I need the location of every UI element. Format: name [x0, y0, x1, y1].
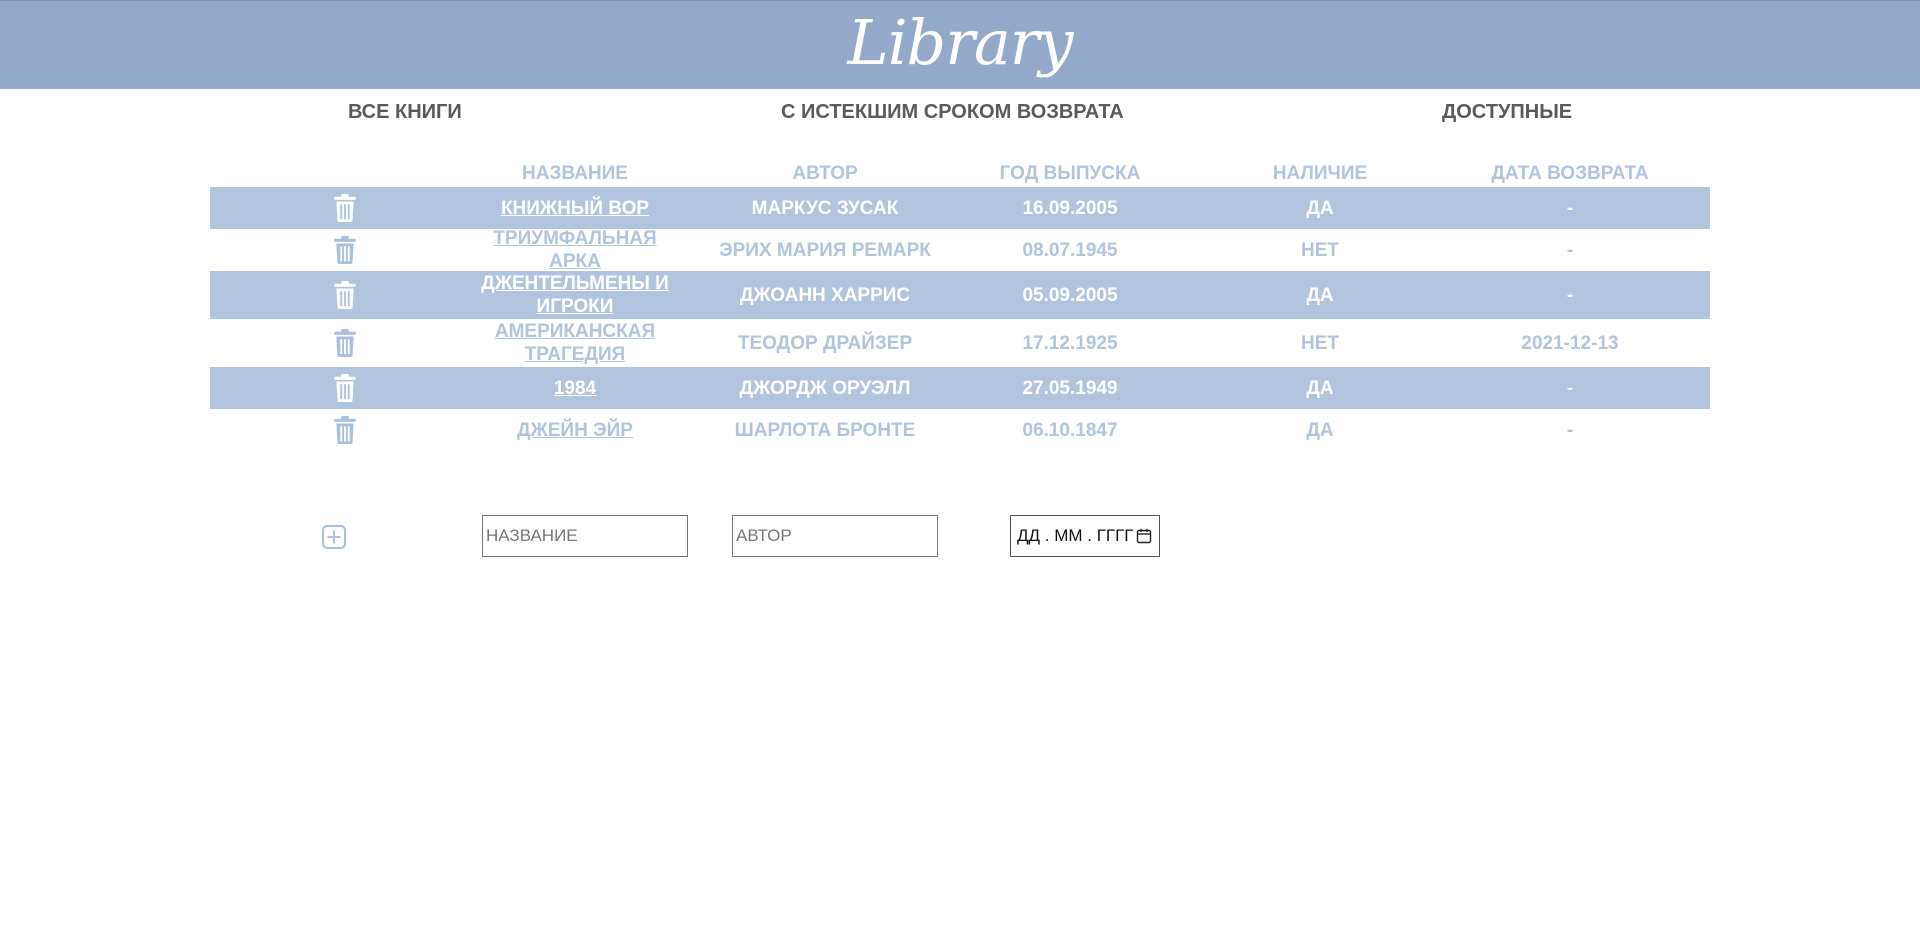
date-input[interactable]: ДД . ММ . ГГГГ	[1010, 515, 1160, 557]
book-return-date-cell: -	[1566, 284, 1574, 306]
book-availability-cell: ДА	[1306, 197, 1334, 219]
book-availability-cell: ДА	[1306, 284, 1334, 306]
table-row: ТРИУМФАЛЬНАЯ АРКА ЭРИХ МАРИЯ РЕМАРК 08.07.…	[210, 227, 1710, 273]
calendar-icon[interactable]	[1136, 528, 1152, 544]
column-header-title: НАЗВАНИЕ	[522, 163, 628, 184]
book-title-cell: ДЖЕНТЕЛЬМЕНЫ И ИГРОКИ	[465, 271, 685, 319]
book-return-date-cell: -	[1566, 197, 1574, 219]
book-author-cell: ЭРИХ МАРИЯ РЕМАРК	[719, 239, 931, 261]
book-title-link[interactable]: ТРИУМФАЛЬНАЯ АРКА	[465, 227, 685, 273]
book-author-cell: МАРКУС ЗУСАК	[751, 197, 899, 219]
date-placeholder: ДД . ММ . ГГГГ	[1017, 526, 1134, 545]
column-header-year: ГОД ВЫПУСКА	[999, 163, 1141, 184]
add-book-form: ДД . ММ . ГГГГ	[0, 515, 1920, 557]
delete-icon[interactable]	[290, 187, 400, 229]
table-row: КНИЖНЫЙ ВОР МАРКУС ЗУСАК 16.09.2005 ДА -	[210, 187, 1710, 229]
book-title-cell: ДЖЕЙН ЭЙР	[465, 409, 685, 451]
add-icon[interactable]	[322, 525, 346, 549]
table-row: ДЖЕНТЕЛЬМЕНЫ И ИГРОКИ ДЖОАНН ХАРРИС 05.09.…	[210, 271, 1710, 319]
app-logo: Library	[847, 6, 1074, 79]
book-title-link[interactable]: КНИЖНЫЙ ВОР	[501, 197, 649, 220]
nav-available-link[interactable]: ДОСТУПНЫЕ	[1442, 100, 1572, 124]
author-input[interactable]	[732, 515, 938, 557]
delete-icon[interactable]	[290, 319, 400, 367]
books-table: НАЗВАНИЕ АВТОР ГОД ВЫПУСКА НАЛИЧИЕ ДАТА …	[210, 160, 1710, 451]
table-row: 1984 ДЖОРДЖ ОРУЭЛЛ 27.05.1949 ДА -	[210, 367, 1710, 409]
title-input[interactable]	[482, 515, 688, 557]
table-row: АМЕРИКАНСКАЯ ТРАГЕДИЯ ТЕОДОР ДРАЙЗЕР 17.12…	[210, 319, 1710, 367]
delete-icon[interactable]	[290, 367, 400, 409]
table-row: ДЖЕЙН ЭЙР ШАРЛОТА БРОНТЕ 06.10.1847 ДА -	[210, 409, 1710, 451]
book-title-cell: ТРИУМФАЛЬНАЯ АРКА	[465, 227, 685, 273]
book-availability-cell: НЕТ	[1301, 239, 1339, 261]
book-title-cell: КНИЖНЫЙ ВОР	[465, 187, 685, 229]
book-return-date-cell: -	[1566, 419, 1574, 441]
book-availability-cell: НЕТ	[1301, 332, 1339, 354]
book-year-cell: 16.09.2005	[1022, 197, 1118, 219]
book-author-cell: ШАРЛОТА БРОНТЕ	[734, 419, 916, 441]
book-year-cell: 05.09.2005	[1022, 284, 1118, 306]
book-title-cell: АМЕРИКАНСКАЯ ТРАГЕДИЯ	[465, 319, 685, 367]
nav-all-books-link[interactable]: ВСЕ КНИГИ	[348, 100, 462, 124]
book-return-date-cell: -	[1566, 239, 1574, 261]
column-header-return-date: ДАТА ВОЗВРАТА	[1491, 163, 1649, 184]
book-title-link[interactable]: ДЖЕНТЕЛЬМЕНЫ И ИГРОКИ	[465, 272, 685, 318]
app-header: Library	[0, 0, 1920, 89]
book-title-link[interactable]: АМЕРИКАНСКАЯ ТРАГЕДИЯ	[465, 320, 685, 366]
book-author-cell: ДЖОРДЖ ОРУЭЛЛ	[739, 377, 911, 399]
book-author-cell: ДЖОАНН ХАРРИС	[739, 284, 911, 306]
book-return-date-cell: -	[1566, 377, 1574, 399]
column-header-author: АВТОР	[792, 163, 858, 184]
delete-icon[interactable]	[290, 409, 400, 451]
delete-icon[interactable]	[290, 271, 400, 319]
book-title-link[interactable]: ДЖЕЙН ЭЙР	[517, 419, 633, 442]
table-header: НАЗВАНИЕ АВТОР ГОД ВЫПУСКА НАЛИЧИЕ ДАТА …	[210, 160, 1710, 187]
delete-icon[interactable]	[290, 229, 400, 271]
book-year-cell: 06.10.1847	[1022, 419, 1118, 441]
table-body: КНИЖНЫЙ ВОР МАРКУС ЗУСАК 16.09.2005 ДА - ТРИУ…	[210, 187, 1710, 451]
book-return-date-cell: 2021-12-13	[1521, 332, 1619, 354]
book-year-cell: 08.07.1945	[1022, 239, 1118, 261]
book-title-cell: 1984	[465, 367, 685, 409]
book-year-cell: 17.12.1925	[1022, 332, 1118, 354]
book-availability-cell: ДА	[1306, 419, 1334, 441]
book-year-cell: 27.05.1949	[1022, 377, 1118, 399]
nav-overdue-link[interactable]: С ИСТЕКШИМ СРОКОМ ВОЗВРАТА	[781, 100, 1124, 124]
column-header-availability: НАЛИЧИЕ	[1272, 163, 1368, 184]
book-author-cell: ТЕОДОР ДРАЙЗЕР	[737, 332, 913, 354]
book-title-link[interactable]: 1984	[554, 377, 596, 400]
book-availability-cell: ДА	[1306, 377, 1334, 399]
